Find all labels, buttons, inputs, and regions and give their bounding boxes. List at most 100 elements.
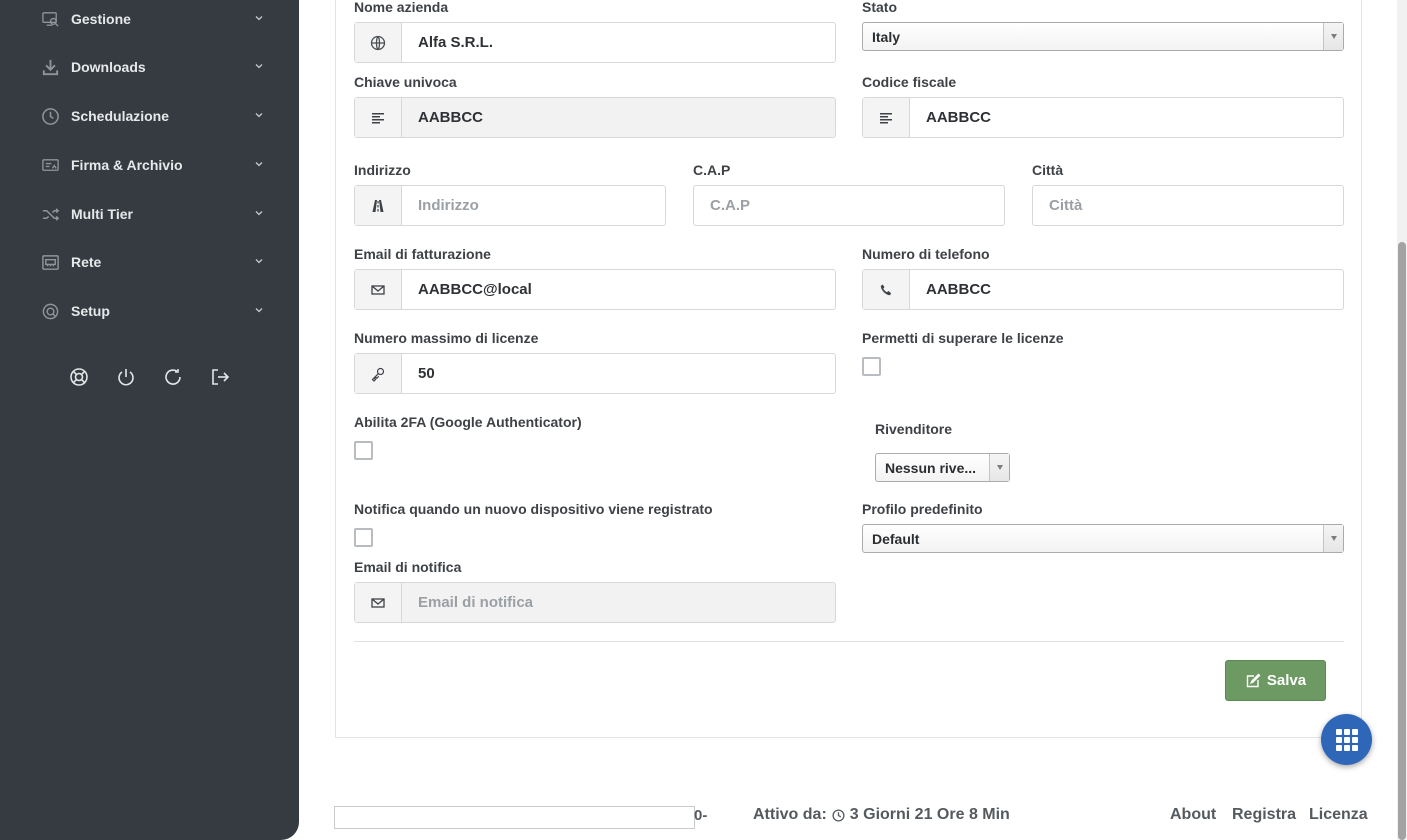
abilita-2fa-checkbox[interactable] [354,441,373,460]
chiave-univoca-input[interactable] [402,98,835,137]
chevron-down-icon [255,211,263,216]
label-notifica-dispositivo: Notifica quando un nuovo dispositivo vie… [354,501,713,517]
grid-icon [1335,728,1358,751]
codice-fiscale-input[interactable] [910,98,1343,137]
sidebar-item-gestione[interactable]: Gestione [40,7,270,31]
footer-input-box [334,806,695,829]
company-form-card: Nome azienda Stato Italy Chiave univoca … [335,0,1362,738]
active-value: 3 Giorni 21 Ore 8 Min [849,806,1010,823]
notifica-dispositivo-checkbox[interactable] [354,528,373,547]
power-icon[interactable] [115,366,136,388]
numero-licenze-input[interactable] [402,354,835,393]
label-nome-azienda: Nome azienda [354,0,449,15]
envelope-icon [355,270,402,309]
footer-dash-text: 0- [694,807,708,824]
sidebar-item-label: Schedulazione [71,108,170,124]
key-icon [355,354,402,393]
download-icon [40,57,60,77]
sidebar-item-label: Multi Tier [71,206,133,222]
label-superare-licenze: Permetti di superare le licenze [862,330,1064,346]
numero-telefono-input[interactable] [910,270,1343,309]
chevron-down-icon [255,162,263,167]
email-fatturazione-input[interactable] [402,270,835,309]
email-fatturazione-group [354,269,836,310]
indirizzo-input[interactable] [402,186,665,225]
network-icon [40,252,60,272]
email-notifica-group [354,582,836,623]
road-icon [355,186,402,225]
citta-input[interactable] [1032,185,1344,226]
sidebar-item-rete[interactable]: Rete [40,250,270,274]
chevron-down-icon [255,259,263,264]
envelope-icon [355,583,402,622]
label-stato: Stato [862,0,897,15]
shuffle-icon [40,204,60,224]
sidebar-item-label: Firma & Archivio [71,157,183,173]
label-numero-telefono: Numero di telefono [862,246,990,262]
chevron-down-icon [255,16,263,21]
label-rivenditore: Rivenditore [875,421,953,437]
logout-icon[interactable] [209,366,230,388]
indirizzo-group [354,185,666,226]
phone-icon [863,270,910,309]
footer-link-registra[interactable]: Registra [1232,806,1296,824]
label-abilita-2fa: Abilita 2FA (Google Authenticator) [354,414,582,430]
nome-azienda-group [354,22,836,63]
nome-azienda-input[interactable] [402,23,835,62]
label-cap: C.A.P [693,162,731,178]
sidebar: Gestione Downloads Schedulazione Firma &… [0,0,299,840]
refresh-icon[interactable] [162,366,183,388]
chiave-univoca-group [354,97,836,138]
sidebar-tools [68,366,230,388]
sidebar-item-label: Downloads [71,59,146,75]
sidebar-item-multi-tier[interactable]: Multi Tier [40,202,270,226]
sidebar-item-label: Rete [71,254,102,270]
chevron-down-icon [255,308,263,313]
cap-input[interactable] [693,185,1005,226]
select-arrow-icon [1323,525,1343,552]
page-scrollbar[interactable] [1397,0,1407,840]
label-codice-fiscale: Codice fiscale [862,74,957,90]
sidebar-item-schedulazione[interactable]: Schedulazione [40,104,270,128]
label-citta: Città [1032,162,1064,178]
monitor-search-icon [40,9,60,29]
help-icon[interactable] [68,366,89,388]
clock-icon [832,808,845,822]
sidebar-item-setup[interactable]: Setup [40,299,270,323]
scrollbar-thumb[interactable] [1398,242,1406,840]
footer-active-since: Attivo da: 3 Giorni 21 Ore 8 Min [753,806,1010,824]
email-notifica-input[interactable] [402,583,835,622]
chevron-down-icon [255,64,263,69]
footer-link-licenza[interactable]: Licenza [1309,806,1368,824]
superare-licenze-checkbox[interactable] [862,357,881,376]
rivenditore-selected-value: Nessun rive... [885,459,977,476]
label-profilo-predefinito: Profilo predefinito [862,501,983,517]
numero-licenze-group [354,353,836,394]
main-content: Nome azienda Stato Italy Chiave univoca … [299,0,1397,840]
label-chiave-univoca: Chiave univoca [354,74,457,90]
apps-menu-button[interactable] [1321,714,1372,765]
save-button[interactable]: Salva [1225,660,1326,701]
numero-telefono-group [862,269,1344,310]
setup-icon [40,301,60,321]
globe-icon [355,23,402,62]
label-indirizzo: Indirizzo [354,162,411,178]
codice-fiscale-group [862,97,1344,138]
align-left-icon [355,98,402,137]
select-arrow-icon [989,454,1009,481]
sidebar-item-firma-archivio[interactable]: Firma & Archivio [40,153,270,177]
footer-link-about[interactable]: About [1170,806,1216,824]
active-label: Attivo da: [753,806,827,823]
profilo-predefinito-select[interactable]: Default [862,524,1344,553]
align-left-icon [863,98,910,137]
stato-selected-value: Italy [872,28,901,45]
stato-select[interactable]: Italy [862,22,1344,51]
save-button-label: Salva [1266,672,1307,689]
clock-icon [40,106,60,126]
rivenditore-select[interactable]: Nessun rive... [875,453,1010,482]
label-email-fatturazione: Email di fatturazione [354,246,491,262]
chevron-down-icon [255,113,263,118]
sidebar-item-downloads[interactable]: Downloads [40,55,270,79]
sidebar-item-label: Gestione [71,11,131,27]
select-arrow-icon [1323,23,1343,50]
